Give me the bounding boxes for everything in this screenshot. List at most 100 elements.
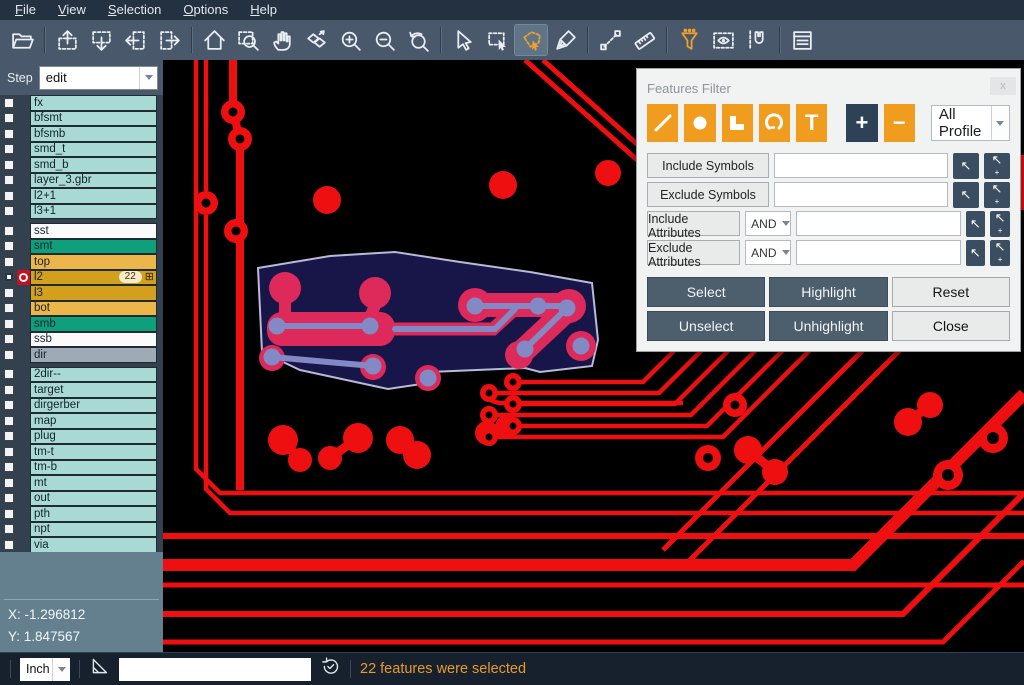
- layer-row[interactable]: l3: [0, 285, 163, 301]
- pan-hand-icon[interactable]: [265, 24, 299, 56]
- layer-row[interactable]: map: [0, 413, 163, 429]
- layer-checkbox[interactable]: [4, 447, 14, 457]
- pick-attribute-button[interactable]: ↖: [966, 211, 986, 237]
- layer-checkbox[interactable]: [4, 144, 14, 154]
- pick-add-attribute-button[interactable]: ↖+: [990, 211, 1010, 237]
- layer-checkbox[interactable]: [4, 334, 14, 344]
- layer-checkbox[interactable]: [4, 524, 14, 534]
- layer-row[interactable]: dirgerber: [0, 398, 163, 414]
- load-right-icon[interactable]: [152, 24, 186, 56]
- layer-checkbox[interactable]: [4, 160, 14, 170]
- zoom-previous-icon[interactable]: [401, 24, 435, 56]
- chevron-down-icon[interactable]: [52, 658, 70, 681]
- grid-icon[interactable]: ⊞: [145, 272, 154, 282]
- select-button[interactable]: Select: [647, 277, 765, 307]
- layer-checkbox[interactable]: [4, 509, 14, 519]
- menu-selection[interactable]: Selection: [97, 0, 172, 20]
- close-icon[interactable]: x: [990, 77, 1016, 95]
- menu-view[interactable]: View: [47, 0, 97, 20]
- layer-checkbox[interactable]: [4, 113, 14, 123]
- select-brush-icon[interactable]: [548, 24, 582, 56]
- layer-row[interactable]: npt: [0, 522, 163, 538]
- layer-checkbox[interactable]: [4, 540, 14, 550]
- unselect-button[interactable]: Unselect: [647, 311, 765, 341]
- layer-row[interactable]: sst: [0, 223, 163, 239]
- measure-ruler-icon[interactable]: [627, 24, 661, 56]
- remove-filter-button[interactable]: −: [884, 104, 915, 142]
- layer-checkbox[interactable]: [4, 98, 14, 108]
- zoom-window-icon[interactable]: [231, 24, 265, 56]
- layer-checkbox[interactable]: [4, 303, 14, 313]
- units-select[interactable]: Inch: [20, 658, 70, 681]
- sync-icon[interactable]: [320, 656, 341, 682]
- layer-row[interactable]: tm-b: [0, 460, 163, 476]
- arc-type-button[interactable]: [759, 104, 790, 142]
- load-bottom-icon[interactable]: [84, 24, 118, 56]
- include-symbols-button[interactable]: Include Symbols: [647, 153, 769, 178]
- layer-checkbox[interactable]: [4, 416, 14, 426]
- select-rectangle-icon[interactable]: [480, 24, 514, 56]
- layer-checkbox[interactable]: [4, 191, 14, 201]
- snap-magnet-icon[interactable]: [740, 24, 774, 56]
- pick-symbol-button[interactable]: ↖: [953, 182, 979, 208]
- pick-symbol-button[interactable]: ↖: [953, 153, 979, 179]
- show-selection-icon[interactable]: [706, 24, 740, 56]
- layer-checkbox[interactable]: [4, 493, 14, 503]
- layer-checkbox[interactable]: [4, 478, 14, 488]
- include-attributes-button[interactable]: Include Attributes: [647, 211, 740, 236]
- pick-attribute-button[interactable]: ↖: [966, 240, 986, 266]
- zoom-selection-icon[interactable]: [299, 24, 333, 56]
- highlight-button[interactable]: Highlight: [769, 277, 887, 307]
- exclude-symbols-button[interactable]: Exclude Symbols: [647, 182, 769, 207]
- chevron-down-icon[interactable]: [991, 106, 1009, 140]
- layer-checkbox[interactable]: [4, 129, 14, 139]
- surface-type-button[interactable]: [722, 104, 753, 142]
- menu-file[interactable]: File: [4, 0, 47, 20]
- open-file-icon[interactable]: [5, 24, 39, 56]
- profile-select[interactable]: All Profile: [931, 105, 1010, 141]
- include-logic-select[interactable]: AND: [745, 211, 790, 236]
- pick-add-attribute-button[interactable]: ↖+: [990, 240, 1010, 266]
- active-layer-indicator[interactable]: [17, 270, 30, 286]
- layer-row[interactable]: l3+1: [0, 204, 163, 220]
- pad-type-button[interactable]: [684, 104, 715, 142]
- include-symbols-input[interactable]: [774, 153, 948, 178]
- layer-row[interactable]: 2dir--: [0, 367, 163, 383]
- exclude-attributes-button[interactable]: Exclude Attributes: [647, 240, 740, 265]
- layer-checkbox[interactable]: [4, 369, 14, 379]
- load-top-icon[interactable]: [50, 24, 84, 56]
- layer-checkbox[interactable]: [4, 400, 14, 410]
- layer-row[interactable]: via: [0, 537, 163, 553]
- snap-angle-icon[interactable]: [89, 656, 110, 682]
- select-pointer-icon[interactable]: [446, 24, 480, 56]
- layer-row[interactable]: bfsmt: [0, 111, 163, 127]
- zoom-in-icon[interactable]: [333, 24, 367, 56]
- layer-row-active[interactable]: l2 22 ⊞: [0, 270, 163, 286]
- layer-row[interactable]: dir: [0, 347, 163, 363]
- layer-checkbox[interactable]: [4, 175, 14, 185]
- include-attributes-input[interactable]: [796, 211, 961, 236]
- layer-row[interactable]: fx: [0, 95, 163, 111]
- command-input[interactable]: [119, 658, 311, 681]
- features-filter-icon[interactable]: [672, 24, 706, 56]
- layer-checkbox[interactable]: [4, 206, 14, 216]
- layer-row[interactable]: bfsmb: [0, 126, 163, 142]
- layer-row[interactable]: layer_3.gbr: [0, 173, 163, 189]
- layer-row[interactable]: smd_b: [0, 157, 163, 173]
- chevron-down-icon[interactable]: [139, 67, 157, 89]
- layer-checkbox[interactable]: [4, 350, 14, 360]
- pick-add-symbol-button[interactable]: ↖+: [984, 153, 1010, 179]
- layer-row[interactable]: mt: [0, 475, 163, 491]
- layer-row[interactable]: l2+1: [0, 188, 163, 204]
- layer-checkbox[interactable]: [4, 462, 14, 472]
- unhighlight-button[interactable]: Unhighlight: [769, 311, 887, 341]
- layer-row[interactable]: target: [0, 382, 163, 398]
- layer-panel-icon[interactable]: [785, 24, 819, 56]
- layer-row[interactable]: smd_t: [0, 142, 163, 158]
- exclude-logic-select[interactable]: AND: [745, 240, 790, 265]
- layer-row[interactable]: smt: [0, 239, 163, 255]
- pick-add-symbol-button[interactable]: ↖+: [984, 182, 1010, 208]
- layer-row[interactable]: tm-t: [0, 444, 163, 460]
- measure-line-icon[interactable]: [593, 24, 627, 56]
- exclude-attributes-input[interactable]: [796, 240, 961, 265]
